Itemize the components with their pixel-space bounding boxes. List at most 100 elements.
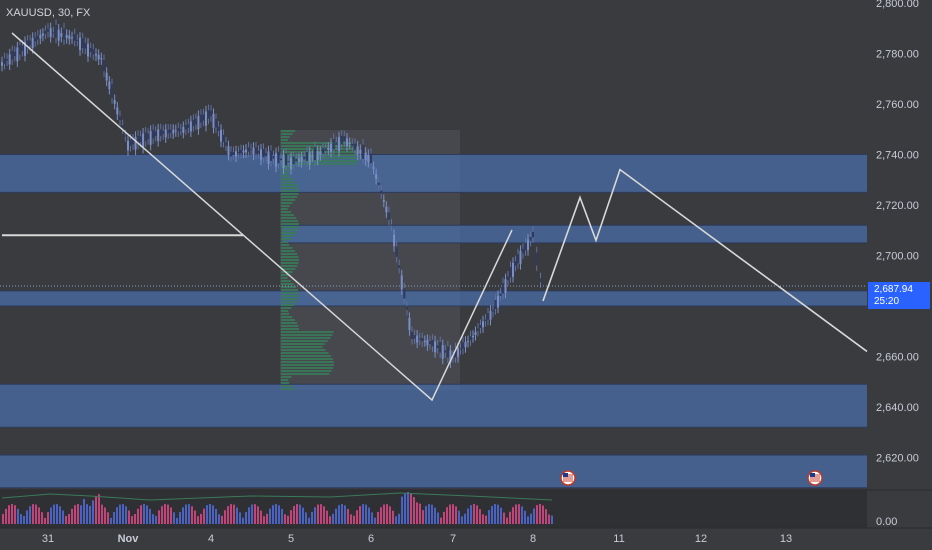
candle-body xyxy=(416,335,419,343)
volume-bar xyxy=(65,516,67,524)
candle-body xyxy=(197,116,200,130)
candle-body xyxy=(431,339,434,347)
volume-profile-bar xyxy=(281,346,323,348)
volume-bar xyxy=(131,516,133,524)
price-chart[interactable]: 2,800.00 2,780.00 2,760.00 2,740.00 2,720.00… xyxy=(0,0,932,550)
volume-bar xyxy=(248,507,250,524)
volume-bar xyxy=(266,513,268,524)
candle-body xyxy=(300,157,303,162)
trading-chart[interactable]: 2,800.00 2,780.00 2,760.00 2,740.00 2,720.00… xyxy=(0,0,932,550)
volume-bar xyxy=(338,505,340,524)
candle-body xyxy=(467,341,469,343)
candle-body xyxy=(532,231,534,238)
candle-body xyxy=(204,111,207,126)
volume-bar xyxy=(239,512,241,524)
candle-body xyxy=(202,114,205,121)
candle-body xyxy=(57,29,60,41)
volume-bar xyxy=(98,494,100,524)
candle-body xyxy=(514,261,517,266)
volume-bar xyxy=(518,504,520,524)
volume-profile-bar xyxy=(281,223,299,225)
volume-bar xyxy=(416,502,418,524)
volume-profile-bar xyxy=(281,379,289,381)
volume-bar xyxy=(263,516,265,524)
volume-profile-bar xyxy=(281,352,329,354)
candle-body xyxy=(413,335,416,339)
volume-bar xyxy=(344,505,346,524)
volume-bar xyxy=(299,504,301,524)
volume-bar xyxy=(191,506,193,524)
volume-bar xyxy=(140,505,142,524)
volume-bar xyxy=(305,512,307,524)
candle-body xyxy=(421,338,424,342)
volume-bar xyxy=(71,508,73,524)
x-tick-label: 11 xyxy=(613,533,624,545)
candle-body xyxy=(187,124,190,128)
candle-body xyxy=(212,113,215,128)
volume-profile-bar xyxy=(281,262,299,264)
volume-bar xyxy=(527,516,529,524)
candle-body xyxy=(97,54,100,60)
volume-bar xyxy=(77,504,79,524)
volume-bar xyxy=(44,517,46,524)
volume-profile-bar xyxy=(281,211,291,213)
volume-bar xyxy=(503,512,505,524)
candle-body xyxy=(436,345,439,349)
candle-body xyxy=(184,125,187,130)
volume-bar xyxy=(419,503,421,524)
volume-bar xyxy=(122,504,124,524)
candle-body xyxy=(105,72,108,81)
candle-body xyxy=(68,35,71,40)
volume-bar xyxy=(119,504,121,524)
candle-body xyxy=(6,58,9,61)
volume-profile-bar xyxy=(281,388,295,390)
volume-bar xyxy=(155,515,157,524)
candle-body xyxy=(527,239,529,251)
volume-profile-bar xyxy=(281,217,297,219)
candle-body xyxy=(52,32,55,34)
volume-profile-bar xyxy=(281,163,357,165)
volume-profile-bar xyxy=(281,343,325,345)
candle-body xyxy=(89,48,92,52)
candle-body xyxy=(113,100,116,104)
volume-profile-bar xyxy=(281,298,299,300)
volume-profile-bar xyxy=(281,331,334,333)
candle-body xyxy=(159,129,162,136)
volume-bar xyxy=(482,514,484,524)
candle-body xyxy=(76,39,79,41)
volume-bar xyxy=(500,507,502,524)
candle-body xyxy=(303,156,306,160)
candle-body xyxy=(71,37,73,39)
volume-bar xyxy=(26,510,28,524)
y-tick-label: 2,640.00 xyxy=(876,402,919,414)
candle-body xyxy=(13,51,16,57)
candle-body xyxy=(34,37,37,42)
candle-body xyxy=(469,336,472,341)
candle-body xyxy=(108,81,111,89)
volume-bar xyxy=(392,510,394,524)
volume-bar xyxy=(80,505,82,524)
volume-bar xyxy=(50,507,52,524)
candle-body xyxy=(477,328,479,331)
volume-bar xyxy=(383,504,385,524)
candle-body xyxy=(482,321,484,328)
volume-bar xyxy=(461,516,463,524)
volume-bar xyxy=(95,496,97,524)
y-tick-label: 2,720.00 xyxy=(876,200,919,212)
candle-body xyxy=(319,151,322,156)
candle-body xyxy=(262,148,265,158)
volume-bar xyxy=(398,513,400,524)
candle-body xyxy=(29,40,32,46)
volume-bar xyxy=(62,510,64,524)
candle-body xyxy=(327,147,330,150)
x-tick-label: Nov xyxy=(118,533,140,545)
volume-profile-bar xyxy=(281,376,292,378)
candle-body xyxy=(308,152,311,165)
support-resistance-zone xyxy=(282,225,867,243)
us-flag-event-icon[interactable] xyxy=(560,470,576,486)
us-flag-event-icon[interactable] xyxy=(807,470,823,486)
volume-bar xyxy=(47,512,49,524)
volume-bar xyxy=(314,507,316,524)
candle-body xyxy=(390,224,393,226)
candle-body xyxy=(411,331,413,339)
